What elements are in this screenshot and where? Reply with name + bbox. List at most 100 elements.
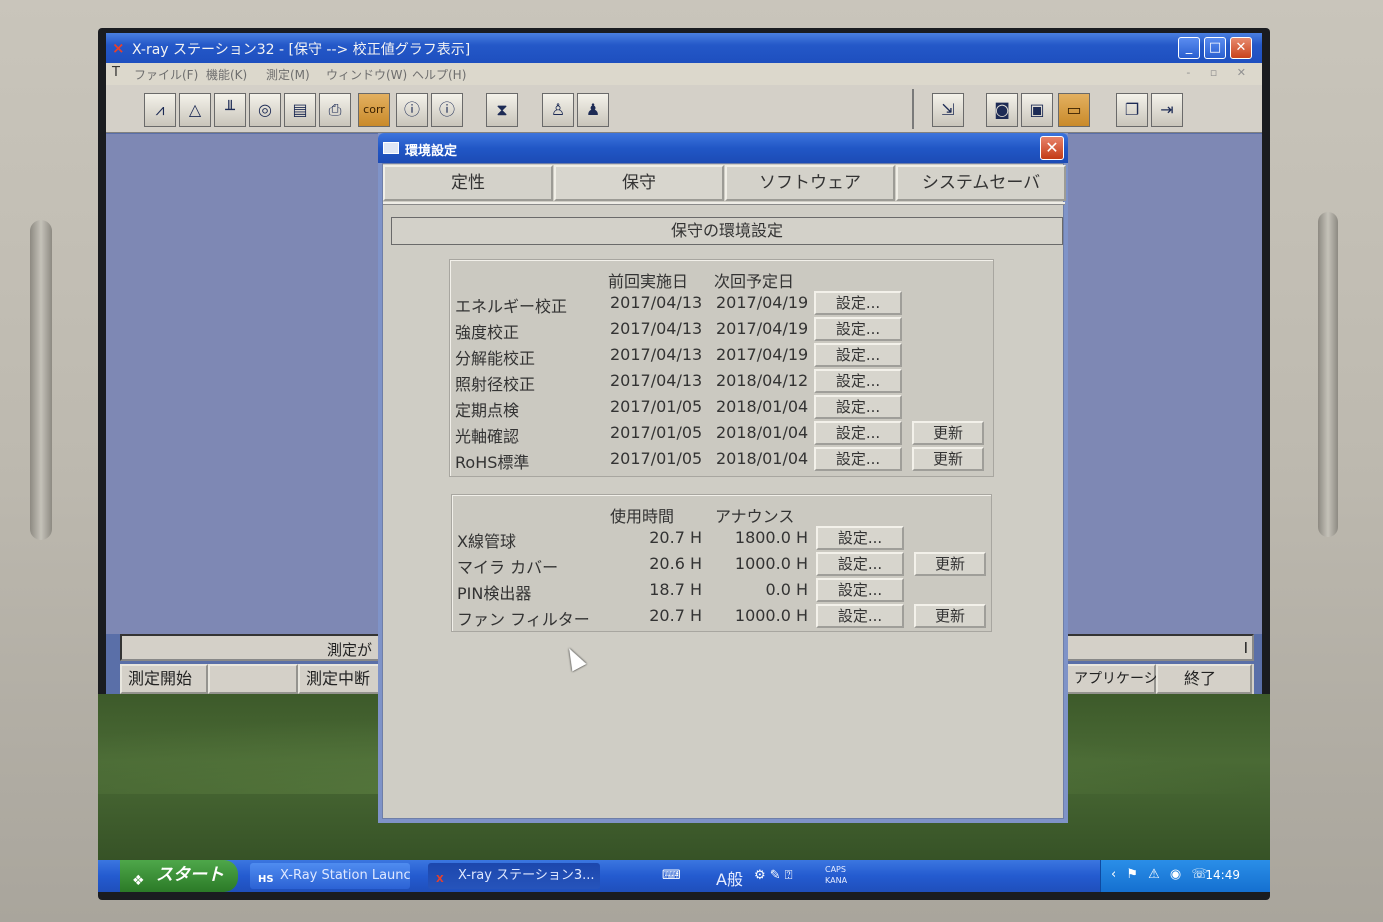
computer-icon[interactable]: ▭ (1058, 93, 1090, 127)
menu-help[interactable]: ヘルプ(H) (412, 66, 466, 83)
row-label: 定期点検 (455, 401, 520, 420)
row-value: 2017/01/05 (610, 423, 703, 442)
row-value: 2017/04/13 (610, 345, 703, 364)
tray-icons[interactable]: ‹ ⚑ ⚠ ◉ ☏ (1111, 867, 1211, 882)
hs-app-icon: HS (258, 874, 274, 885)
row-value: 2018/01/04 (716, 397, 809, 416)
row-label: 光軸確認 (455, 427, 520, 446)
row-value: 20.7 H (649, 528, 702, 547)
hourglass-icon[interactable]: ⧗ (486, 93, 518, 127)
settings-button[interactable]: 設定... (814, 291, 902, 315)
settings-button[interactable]: 設定... (816, 552, 904, 576)
update-button[interactable]: 更新 (912, 447, 984, 471)
print-preview-icon[interactable]: ⎙ (319, 93, 351, 127)
export-icon[interactable]: ⇲ (932, 93, 964, 127)
ime-tools-icon[interactable]: ⚙ ✎ ⍰ (754, 868, 793, 883)
exit-run-icon[interactable]: ⇥ (1151, 93, 1183, 127)
windows-icon[interactable]: ❐ (1116, 93, 1148, 127)
row-value: 1800.0 H (734, 528, 808, 547)
row-value: 20.6 H (649, 554, 702, 573)
update-button[interactable]: 更新 (914, 552, 986, 576)
spectrum-icon[interactable]: △ (179, 93, 211, 127)
info-copy-icon[interactable]: ⓘ (396, 93, 428, 127)
ime-mode[interactable]: A般 (716, 866, 743, 890)
header-next-date: 次回予定日 (714, 272, 795, 291)
system-menu-icon[interactable]: T (112, 65, 120, 80)
calibration-panel: 前回実施日 次回予定日 エネルギー校正 2017/04/13 2017/04/19 設… (449, 259, 994, 477)
minimize-button[interactable]: _ (1178, 37, 1200, 59)
system-tray: ‹ ⚑ ⚠ ◉ ☏ 14:49 (1100, 860, 1270, 892)
settings-dialog: 環境設定 ✕ 定性 保守 ソフトウェア システムセーバ 保守の環境設定 前回実施… (378, 133, 1068, 823)
info-save-icon[interactable]: ⓘ (431, 93, 463, 127)
settings-button[interactable]: 設定... (816, 526, 904, 550)
save-disk-icon[interactable]: ▤ (284, 93, 316, 127)
row-label: マイラ カバー (457, 558, 559, 577)
settings-button[interactable]: 設定... (814, 343, 902, 367)
row-value: 20.7 H (649, 606, 702, 625)
app-close-button[interactable]: ✕ (1230, 37, 1252, 59)
mdi-window-controls[interactable]: ‑ ▫ ✕ (1186, 66, 1254, 79)
row-value: 2018/01/04 (716, 423, 809, 442)
settings-button[interactable]: 設定... (814, 369, 902, 393)
menu-measure[interactable]: 測定(M) (266, 66, 310, 83)
tab-maintenance[interactable]: 保守 (554, 165, 724, 201)
windows-logo-icon: ❖ (132, 873, 145, 889)
row-value: 2018/01/04 (716, 449, 809, 468)
tab-system-saver[interactable]: システムセーバ (896, 165, 1066, 201)
target-icon[interactable]: ◎ (249, 93, 281, 127)
usage-panel: 使用時間 アナウンス X線管球 20.7 H 1800.0 H 設定... マイラ カバ… (451, 494, 992, 632)
row-value: 2017/04/19 (716, 319, 809, 338)
row-value: 2017/04/19 (716, 293, 809, 312)
person-icon[interactable]: ♙ (542, 93, 574, 127)
peak-icon[interactable]: ⩘ (144, 93, 176, 127)
app-titlebar[interactable]: ⨯ X-ray ステーション32 - [保守 --> 校正値グラフ表示] _ □… (106, 33, 1262, 63)
bezel-handle-left (30, 220, 52, 540)
blank-button[interactable] (208, 664, 298, 694)
keyboard-icon[interactable]: ⌨ (662, 868, 681, 883)
dialog-body: 定性 保守 ソフトウェア システムセーバ 保守の環境設定 前回実施日 次回予定日… (382, 163, 1066, 819)
settings-button[interactable]: 設定... (816, 604, 904, 628)
toolbar-separator (912, 89, 914, 129)
row-value: 2017/04/19 (716, 345, 809, 364)
tab-qualitative[interactable]: 定性 (383, 165, 553, 201)
menubar: T ファイル(F) 機能(K) 測定(M) ウィンドウ(W) ヘルプ(H) ‑ … (106, 63, 1262, 85)
application-button[interactable]: アプリケーション (1066, 664, 1186, 694)
row-value: 2017/04/13 (610, 371, 703, 390)
update-button[interactable]: 更新 (912, 421, 984, 445)
person-dark-icon[interactable]: ♟ (577, 93, 609, 127)
settings-button[interactable]: 設定... (814, 317, 902, 341)
settings-button[interactable]: 設定... (816, 578, 904, 602)
settings-button[interactable]: 設定... (814, 447, 902, 471)
dialog-title: 環境設定 (405, 144, 458, 159)
menu-window[interactable]: ウィンドウ(W) (326, 66, 407, 83)
window-icon (383, 142, 399, 154)
update-button[interactable]: 更新 (914, 604, 986, 628)
settings-button[interactable]: 設定... (814, 395, 902, 419)
dialog-titlebar[interactable]: 環境設定 ✕ (378, 133, 1068, 163)
dialog-close-button[interactable]: ✕ (1040, 136, 1064, 160)
exit-button[interactable]: 終了 (1156, 664, 1252, 694)
screen: ⨯ X-ray ステーション32 - [保守 --> 校正値グラフ表示] _ □… (98, 28, 1270, 900)
task-xray-launcher[interactable]: HS X-Ray Station Launc... (250, 863, 410, 889)
row-label: 強度校正 (455, 323, 520, 342)
header-announce: アナウンス (715, 507, 795, 526)
menu-function[interactable]: 機能(K) (206, 66, 247, 83)
task-xray-station[interactable]: X X-ray ステーション3... (428, 863, 600, 889)
element-marker-icon[interactable]: ╨ (214, 93, 246, 127)
maximize-button[interactable]: □ (1204, 37, 1226, 59)
settings-button[interactable]: 設定... (814, 421, 902, 445)
row-value: 2017/04/13 (610, 293, 703, 312)
menu-file[interactable]: ファイル(F) (134, 66, 198, 83)
correction-icon[interactable]: corr (358, 93, 390, 127)
clock: 14:49 (1205, 868, 1240, 882)
measure-start-button[interactable]: 測定開始 (120, 664, 208, 694)
tab-strip: 定性 保守 ソフトウェア システムセーバ (383, 165, 1066, 201)
start-button[interactable]: ❖ スタート (120, 860, 238, 892)
row-value: 2017/01/05 (610, 449, 703, 468)
row-label: ファン フィルター (457, 610, 590, 629)
measure-stop-button[interactable]: 測定中断 (298, 664, 388, 694)
camera-icon[interactable]: ◙ (986, 93, 1018, 127)
tab-software[interactable]: ソフトウェア (725, 165, 895, 201)
floppy-icon[interactable]: ▣ (1021, 93, 1053, 127)
header-last-date: 前回実施日 (608, 272, 689, 291)
